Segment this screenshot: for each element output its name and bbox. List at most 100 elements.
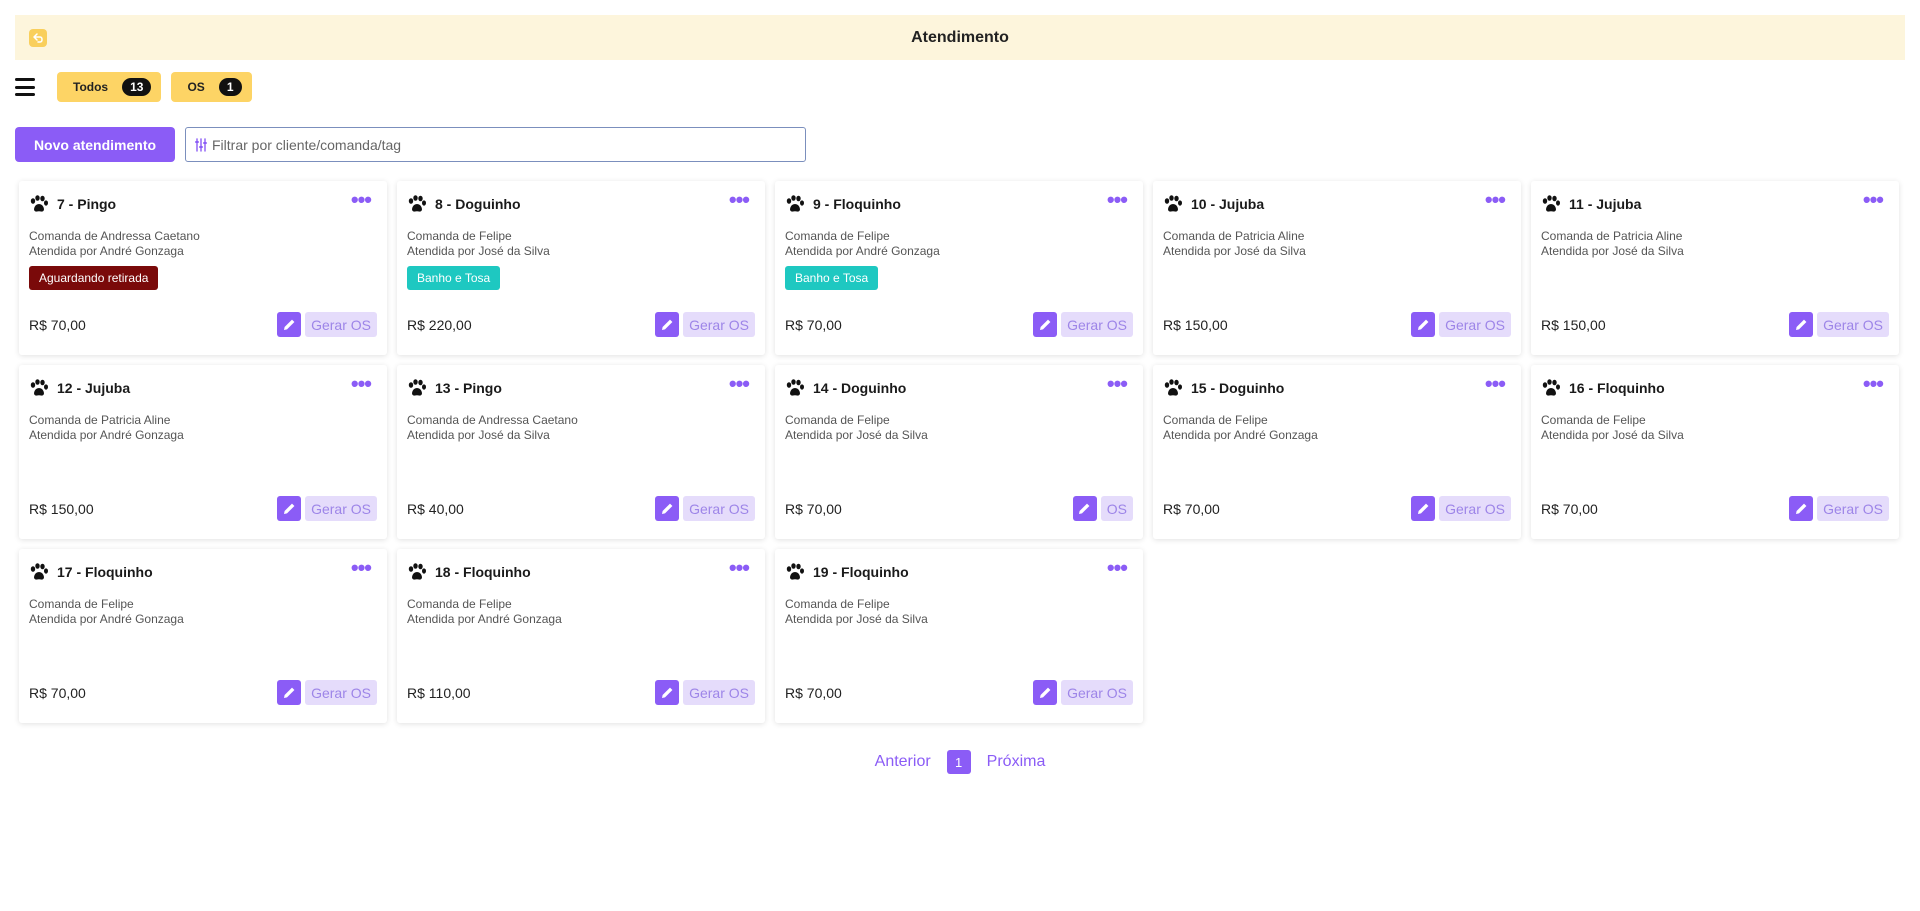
edit-button[interactable] (1033, 680, 1058, 705)
card-price: R$ 70,00 (785, 316, 842, 333)
edit-button[interactable] (655, 496, 680, 521)
card-comanda: Comanda de Andressa Caetano (29, 229, 200, 243)
gerar-os-button[interactable]: OS (1100, 496, 1133, 521)
edit-button[interactable] (655, 312, 680, 337)
card-header: 18 - Floquinho (407, 563, 755, 581)
edit-button[interactable] (1072, 496, 1097, 521)
edit-button[interactable] (1789, 496, 1814, 521)
pencil-icon (1417, 503, 1428, 514)
pencil-icon (1795, 319, 1806, 330)
prev-page-link[interactable]: Anterior (875, 753, 931, 771)
gerar-os-button[interactable]: Gerar OS (1061, 680, 1133, 705)
paw-icon (1164, 379, 1182, 396)
card-info: Comanda de Felipe Atendida por André Gon… (1163, 413, 1511, 443)
pagination: Anterior 1 Próxima (0, 750, 1920, 774)
card-info: Comanda de Patricia Aline Atendida por J… (1163, 229, 1511, 259)
more-dots-icon[interactable]: ••• (351, 373, 372, 395)
atendimento-card[interactable]: 14 - Doguinho ••• Comanda de Felipe Aten… (775, 365, 1143, 539)
gerar-os-button[interactable]: Gerar OS (1817, 312, 1889, 337)
page-header: Atendimento (15, 15, 1905, 60)
gerar-os-button[interactable]: Gerar OS (1061, 312, 1133, 337)
status-tag: Aguardando retirada (29, 266, 159, 290)
card-title: 17 - Floquinho (57, 564, 153, 580)
search-input[interactable] (212, 136, 805, 153)
atendimento-card[interactable]: 12 - Jujuba ••• Comanda de Patricia Alin… (19, 365, 387, 539)
edit-button[interactable] (1411, 312, 1436, 337)
more-dots-icon[interactable]: ••• (1107, 189, 1128, 211)
back-arrow-icon[interactable] (29, 29, 47, 47)
edit-button[interactable] (1789, 312, 1814, 337)
gerar-os-button[interactable]: Gerar OS (1439, 312, 1511, 337)
card-price: R$ 40,00 (407, 500, 464, 517)
card-header: 14 - Doguinho (785, 379, 1133, 397)
card-atendida: Atendida por José da Silva (1541, 244, 1684, 258)
atendimento-card[interactable]: 11 - Jujuba ••• Comanda de Patricia Alin… (1531, 181, 1899, 355)
gerar-os-button[interactable]: Gerar OS (683, 680, 755, 705)
filter-tab-os[interactable]: OS 1 (171, 72, 252, 102)
card-comanda: Comanda de Patricia Aline (1163, 229, 1305, 243)
atendimento-card[interactable]: 17 - Floquinho ••• Comanda de Felipe Ate… (19, 549, 387, 723)
filter-tab-todos[interactable]: Todos 13 (57, 72, 162, 102)
edit-button[interactable] (277, 496, 302, 521)
card-atendida: Atendida por André Gonzaga (785, 244, 940, 258)
more-dots-icon[interactable]: ••• (729, 189, 750, 211)
atendimento-grid: 7 - Pingo ••• Comanda de Andressa Caetan… (19, 181, 1899, 723)
status-tag: Banho e Tosa (785, 266, 879, 290)
atendimento-card[interactable]: 16 - Floquinho ••• Comanda de Felipe Ate… (1531, 365, 1899, 539)
gerar-os-button[interactable]: Gerar OS (1439, 496, 1511, 521)
atendimento-card[interactable]: 9 - Floquinho ••• Comanda de Felipe Aten… (775, 181, 1143, 355)
edit-button[interactable] (277, 312, 302, 337)
atendimento-card[interactable]: 8 - Doguinho ••• Comanda de Felipe Atend… (397, 181, 765, 355)
card-comanda: Comanda de Felipe (407, 229, 512, 243)
card-comanda: Comanda de Patricia Aline (1541, 229, 1683, 243)
card-header: 15 - Doguinho (1163, 379, 1511, 397)
edit-button[interactable] (1411, 496, 1436, 521)
card-comanda: Comanda de Felipe (785, 597, 890, 611)
card-buttons: Gerar OS (1033, 312, 1133, 337)
card-title: 11 - Jujuba (1569, 196, 1642, 212)
more-dots-icon[interactable]: ••• (1485, 373, 1506, 395)
card-footer: R$ 110,00 Gerar OS (407, 680, 755, 705)
more-dots-icon[interactable]: ••• (1107, 557, 1128, 579)
gerar-os-button[interactable]: Gerar OS (683, 312, 755, 337)
more-dots-icon[interactable]: ••• (1863, 373, 1884, 395)
gerar-os-button[interactable]: Gerar OS (305, 680, 377, 705)
card-buttons: OS (1072, 496, 1133, 521)
edit-button[interactable] (655, 680, 680, 705)
atendimento-card[interactable]: 7 - Pingo ••• Comanda de Andressa Caetan… (19, 181, 387, 355)
gerar-os-button[interactable]: Gerar OS (305, 496, 377, 521)
edit-button[interactable] (1033, 312, 1058, 337)
more-dots-icon[interactable]: ••• (1485, 189, 1506, 211)
more-dots-icon[interactable]: ••• (1107, 373, 1128, 395)
card-comanda: Comanda de Andressa Caetano (407, 413, 578, 427)
pencil-icon (283, 319, 294, 330)
card-header: 9 - Floquinho (785, 195, 1133, 213)
card-title: 19 - Floquinho (813, 564, 909, 580)
gerar-os-button[interactable]: Gerar OS (1817, 496, 1889, 521)
gerar-os-button[interactable]: Gerar OS (683, 496, 755, 521)
card-footer: R$ 70,00 Gerar OS (785, 680, 1133, 705)
card-title: 12 - Jujuba (57, 380, 131, 396)
edit-button[interactable] (277, 680, 302, 705)
card-header: 17 - Floquinho (29, 563, 377, 581)
card-info: Comanda de Andressa Caetano Atendida por… (29, 229, 377, 259)
more-dots-icon[interactable]: ••• (351, 189, 372, 211)
card-buttons: Gerar OS (1789, 496, 1889, 521)
hamburger-menu-icon[interactable] (15, 78, 35, 96)
card-buttons: Gerar OS (655, 496, 755, 521)
atendimento-card[interactable]: 13 - Pingo ••• Comanda de Andressa Caeta… (397, 365, 765, 539)
atendimento-card[interactable]: 10 - Jujuba ••• Comanda de Patricia Alin… (1153, 181, 1521, 355)
gerar-os-button[interactable]: Gerar OS (305, 312, 377, 337)
next-page-link[interactable]: Próxima (987, 753, 1046, 771)
new-atendimento-button[interactable]: Novo atendimento (15, 127, 175, 162)
atendimento-card[interactable]: 15 - Doguinho ••• Comanda de Felipe Aten… (1153, 365, 1521, 539)
more-dots-icon[interactable]: ••• (729, 557, 750, 579)
card-info: Comanda de Felipe Atendida por José da S… (407, 229, 755, 259)
atendimento-card[interactable]: 18 - Floquinho ••• Comanda de Felipe Ate… (397, 549, 765, 723)
current-page-button[interactable]: 1 (946, 750, 971, 774)
more-dots-icon[interactable]: ••• (729, 373, 750, 395)
atendimento-card[interactable]: 19 - Floquinho ••• Comanda de Felipe Ate… (775, 549, 1143, 723)
more-dots-icon[interactable]: ••• (1863, 189, 1884, 211)
search-box[interactable] (185, 127, 806, 162)
more-dots-icon[interactable]: ••• (351, 557, 372, 579)
